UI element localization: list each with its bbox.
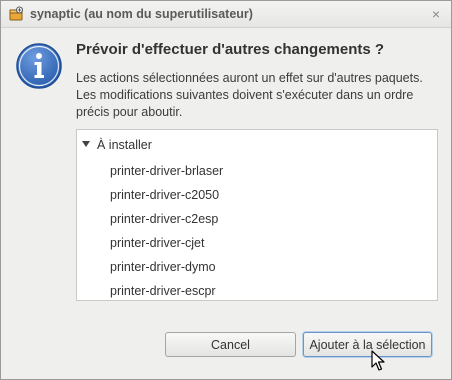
tree-item[interactable]: printer-driver-c2050 xyxy=(110,187,219,203)
expander-down-icon[interactable] xyxy=(82,141,90,147)
tree-item[interactable]: printer-driver-cjet xyxy=(110,235,204,251)
dialog-window: synaptic (au nom du superutilisateur) × … xyxy=(0,0,452,380)
info-icon xyxy=(15,42,63,90)
title-bar[interactable]: synaptic (au nom du superutilisateur) × xyxy=(1,1,451,28)
tree-item[interactable]: printer-driver-dymo xyxy=(110,259,216,275)
dialog-heading: Prévoir d'effectuer d'autres changements… xyxy=(76,41,385,58)
mouse-cursor-icon xyxy=(371,350,385,372)
dialog-description: Les actions sélectionnées auront un effe… xyxy=(76,71,423,119)
tree-item[interactable]: printer-driver-escpr xyxy=(110,283,216,299)
close-button[interactable]: × xyxy=(427,5,445,23)
tree-group-label: À installer xyxy=(97,138,152,152)
changes-tree[interactable]: À installer printer-driver-brlaser print… xyxy=(76,129,438,301)
tree-item[interactable]: printer-driver-brlaser xyxy=(110,163,223,179)
synaptic-package-icon xyxy=(8,6,24,22)
window-title: synaptic (au nom du superutilisateur) xyxy=(30,7,253,21)
add-to-selection-button[interactable]: Ajouter à la sélection xyxy=(303,332,432,357)
tree-item[interactable]: printer-driver-c2esp xyxy=(110,211,218,227)
cancel-button[interactable]: Cancel xyxy=(165,332,296,357)
